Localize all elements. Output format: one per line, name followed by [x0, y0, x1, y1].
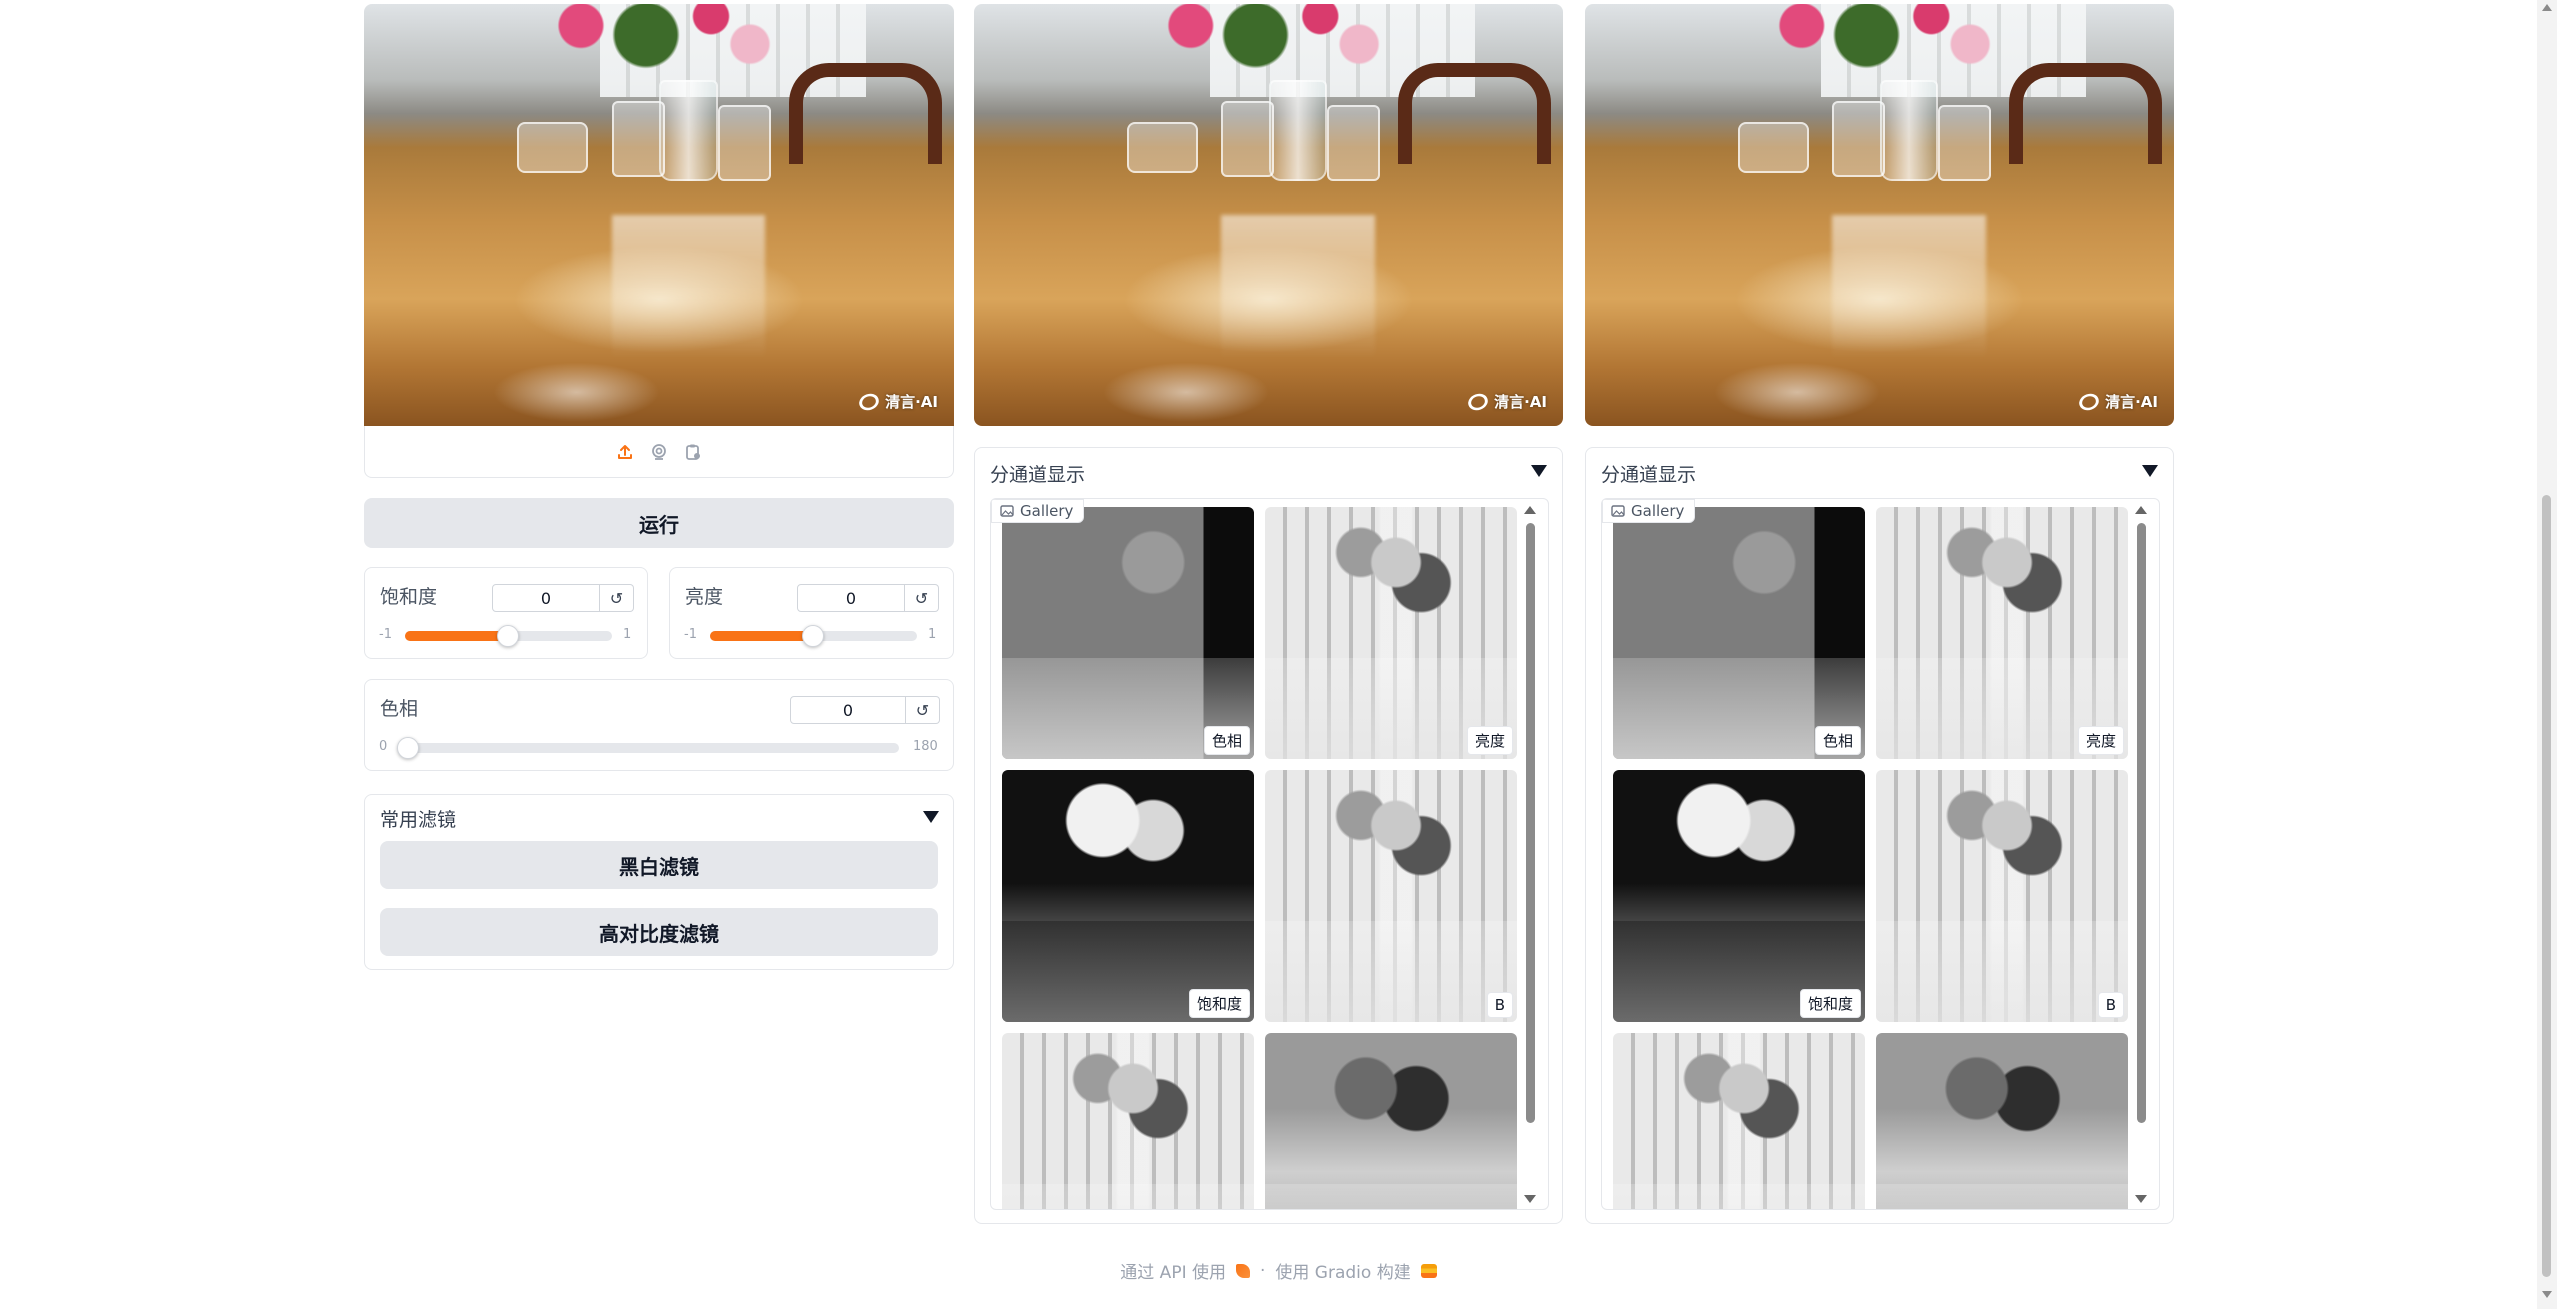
api-link[interactable]: 通过 API 使用 — [1120, 1258, 1226, 1283]
gradio-logo-icon — [1420, 1263, 1437, 1278]
hue-slider-panel: 色相 0 ↺ 0 180 — [364, 679, 954, 771]
brightness-fill — [710, 631, 813, 641]
gallery-item[interactable]: 饱和度 — [1002, 770, 1254, 1022]
upload-icon[interactable] — [616, 443, 634, 461]
gallery-badge: Gallery — [991, 499, 1085, 523]
input-image[interactable]: 清言·AI — [364, 4, 954, 426]
hue-value-input[interactable]: 0 — [790, 696, 906, 724]
run-button[interactable]: 运行 — [364, 498, 954, 548]
saturation-handle[interactable] — [497, 625, 519, 647]
scrollbar-thumb[interactable] — [2542, 495, 2551, 1277]
collapse-icon[interactable] — [2142, 465, 2158, 477]
gallery-scroll-down[interactable] — [1524, 1195, 1536, 1203]
gallery-item[interactable]: 亮度 — [1265, 507, 1517, 759]
watermark: 清言·AI — [2076, 390, 2158, 413]
gallery-caption: 亮度 — [1466, 726, 1513, 755]
channel-panel-title[interactable]: 分通道显示 — [1601, 460, 1696, 487]
hue-label: 色相 — [380, 698, 419, 720]
collapse-icon[interactable] — [1531, 465, 1547, 477]
watermark-logo-icon — [2076, 390, 2102, 413]
clipboard-icon[interactable] — [684, 443, 702, 461]
gallery: Gallery 色相 亮度 饱和度 B — [1601, 498, 2160, 1210]
collapse-icon[interactable] — [923, 811, 939, 823]
saturation-slider-panel: 饱和度 0 ↺ -1 1 — [364, 567, 648, 659]
contrast-filter-button[interactable]: 高对比度滤镜 — [380, 908, 938, 956]
gallery-item[interactable]: 色相 — [1613, 507, 1865, 759]
gallery-scroll-up[interactable] — [2135, 506, 2147, 514]
brightness-label: 亮度 — [685, 586, 724, 608]
hue-min: 0 — [379, 739, 388, 754]
gallery-item[interactable] — [1002, 1033, 1254, 1209]
watermark: 清言·AI — [1465, 390, 1547, 413]
watermark-logo-icon — [1465, 390, 1491, 413]
brightness-max: 1 — [928, 627, 937, 642]
brightness-value-input[interactable]: 0 — [797, 584, 905, 612]
gallery-scrollbar[interactable] — [2137, 523, 2147, 1187]
gallery-badge: Gallery — [1602, 499, 1696, 523]
gallery-scroll-down[interactable] — [2135, 1195, 2147, 1203]
filters-accordion: 常用滤镜 黑白滤镜 高对比度滤镜 — [364, 794, 954, 970]
gallery-caption: B — [2097, 992, 2124, 1018]
watermark-logo-icon — [856, 390, 882, 413]
gallery-caption: 色相 — [1814, 726, 1861, 755]
gallery-image-icon — [1611, 505, 1625, 517]
channel-panel-2: 分通道显示 Gallery 色相 亮度 饱和度 B — [1585, 447, 2174, 1224]
gallery: Gallery 色相 亮度 饱和度 B — [990, 498, 1549, 1210]
gallery-caption: 饱和度 — [1799, 989, 1861, 1018]
watermark: 清言·AI — [856, 390, 938, 413]
gallery-item[interactable]: 亮度 — [1876, 507, 2128, 759]
footer: 通过 API 使用 · 使用 Gradio 构建 — [0, 1258, 2557, 1283]
gallery-caption: B — [1486, 992, 1513, 1018]
saturation-min: -1 — [379, 627, 392, 642]
gallery-item[interactable] — [1613, 1033, 1865, 1209]
brightness-handle[interactable] — [802, 625, 824, 647]
gallery-caption: 饱和度 — [1188, 989, 1250, 1018]
gallery-caption: 亮度 — [2077, 726, 2124, 755]
gallery-caption: 色相 — [1203, 726, 1250, 755]
brightness-min: -1 — [684, 627, 697, 642]
saturation-label: 饱和度 — [380, 586, 438, 608]
gallery-item[interactable]: B — [1265, 770, 1517, 1022]
output-image-1[interactable]: 清言·AI — [974, 4, 1563, 426]
hue-handle[interactable] — [397, 737, 419, 759]
reset-icon[interactable]: ↺ — [600, 584, 634, 612]
app-root: 清言·AI 运行 饱和度 0 ↺ -1 1 亮度 0 ↺ -1 1 色相 0 ↺… — [0, 0, 2557, 1309]
bw-filter-button[interactable]: 黑白滤镜 — [380, 841, 938, 889]
filters-title[interactable]: 常用滤镜 — [380, 805, 456, 832]
gallery-item[interactable] — [1265, 1033, 1517, 1209]
image-source-toolbar — [364, 426, 954, 478]
gallery-item[interactable]: 饱和度 — [1613, 770, 1865, 1022]
gallery-image-icon — [1000, 505, 1014, 517]
gallery-scrollbar[interactable] — [1526, 523, 1536, 1187]
hue-track[interactable] — [405, 743, 899, 753]
channel-panel-title[interactable]: 分通道显示 — [990, 460, 1085, 487]
scroll-up-arrow[interactable] — [2542, 4, 2552, 11]
webcam-icon[interactable] — [650, 443, 668, 461]
gallery-item[interactable]: 色相 — [1002, 507, 1254, 759]
window-scrollbar[interactable] — [2537, 0, 2557, 1309]
gradio-link[interactable]: 使用 Gradio 构建 — [1275, 1258, 1410, 1283]
gallery-item[interactable] — [1876, 1033, 2128, 1209]
reset-icon[interactable]: ↺ — [906, 696, 940, 724]
rocket-icon — [1235, 1263, 1250, 1278]
saturation-value-input[interactable]: 0 — [492, 584, 600, 612]
footer-separator: · — [1259, 1260, 1266, 1281]
gallery-item[interactable]: B — [1876, 770, 2128, 1022]
scroll-down-arrow[interactable] — [2542, 1291, 2552, 1298]
brightness-slider-panel: 亮度 0 ↺ -1 1 — [669, 567, 954, 659]
output-image-2[interactable]: 清言·AI — [1585, 4, 2174, 426]
channel-panel-1: 分通道显示 Gallery 色相 亮度 饱和度 B — [974, 447, 1563, 1224]
saturation-max: 1 — [623, 627, 632, 642]
saturation-fill — [405, 631, 508, 641]
hue-max: 180 — [913, 739, 938, 754]
reset-icon[interactable]: ↺ — [905, 584, 939, 612]
gallery-scroll-up[interactable] — [1524, 506, 1536, 514]
